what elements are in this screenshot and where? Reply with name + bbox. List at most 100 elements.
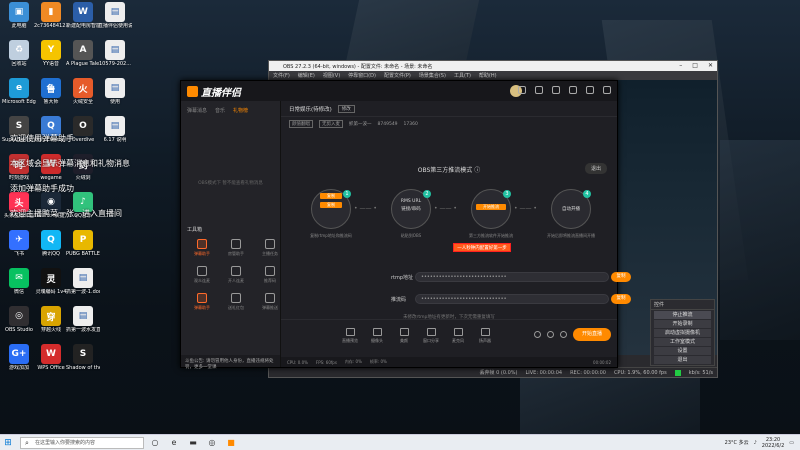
settings-icon[interactable]: [552, 86, 560, 94]
desktop-icon[interactable]: ▤ 10579-202...: [98, 40, 132, 67]
desktop-icon[interactable]: G+ 游戏加加: [2, 344, 36, 371]
live-companion-window[interactable]: 直播伴侣 弹幕消息 音乐 礼物榜 OBS模式下 暂不能查看礼物消息 工具箱 弹幕助手…: [180, 80, 631, 370]
camera-switch-icon[interactable]: [534, 331, 541, 338]
volume-icon[interactable]: ♪: [754, 440, 757, 446]
tool-item[interactable]: 观众连麦: [187, 266, 217, 284]
obs-dock-button[interactable]: 停止推流: [654, 311, 711, 319]
start-live-button[interactable]: 开始直播: [573, 328, 611, 341]
task-view-icon[interactable]: ○: [147, 437, 163, 449]
bottom-tool[interactable]: 摄像头: [368, 328, 386, 344]
minimize-icon[interactable]: [569, 86, 577, 94]
desktop-icon[interactable]: 鲁鲁大师: [34, 78, 68, 105]
bottom-tool[interactable]: 窗口分享: [422, 328, 440, 344]
obs-dock-button[interactable]: 工作室模式: [654, 338, 711, 346]
gift-icon[interactable]: [518, 86, 526, 94]
bottom-tool[interactable]: 美颜: [395, 328, 413, 344]
app-icon: e: [9, 78, 29, 98]
desktop-icon[interactable]: PPUBG BATTLEGR...: [66, 230, 100, 257]
clock[interactable]: 23:20 2022/6/2: [762, 437, 784, 449]
rtmp-field[interactable]: •••••••••••••••••••••••••••••: [415, 272, 609, 282]
room-tag[interactable]: 颜值翻唱: [289, 120, 313, 128]
live-app-icon[interactable]: ■: [223, 437, 239, 449]
desktop-icon-label: 穿越火线: [40, 327, 61, 333]
minimize-icon[interactable]: –: [679, 62, 682, 69]
left-tab[interactable]: 音乐: [215, 107, 225, 114]
desktop-icon[interactable]: ▤抓第一波-1.docx: [66, 268, 100, 295]
obs-menu-item[interactable]: 视图(V): [323, 72, 340, 79]
step-copy-button[interactable]: 复制: [320, 202, 342, 208]
weather[interactable]: 23°C 多云: [725, 439, 749, 446]
obs-menu-item[interactable]: 文件(F): [273, 72, 290, 79]
obs-menu-item[interactable]: 停靠窗口(D): [348, 72, 376, 79]
desktop-icon[interactable]: ▮ 2c73648412...: [34, 2, 68, 29]
exit-button[interactable]: 退出: [584, 163, 607, 174]
bottom-tool[interactable]: 直播预览: [341, 328, 359, 344]
gear-icon[interactable]: [560, 331, 567, 338]
app-header[interactable]: 直播伴侣: [181, 81, 617, 101]
obs-menu-item[interactable]: 配置文件(P): [384, 72, 411, 79]
tool-item[interactable]: 弹幕助手: [187, 293, 217, 311]
desktop-icon[interactable]: 火火绒安全: [66, 78, 100, 105]
obs-icon[interactable]: ◎: [204, 437, 220, 449]
taskbar-search[interactable]: 在这里输入你要搜索的内容: [20, 436, 144, 449]
step-copy-button[interactable]: 复制: [320, 193, 342, 199]
desktop-icon[interactable]: 穿穿越火线: [34, 306, 68, 333]
eye-icon[interactable]: [547, 331, 554, 338]
copy-key-button[interactable]: 复制: [611, 294, 631, 304]
desktop-icon[interactable]: ▤ 6.17 说明: [98, 116, 132, 143]
desktop-icon[interactable]: ▤抓第一波水发直播伴侣教...: [66, 306, 100, 333]
copy-rtmp-button[interactable]: 复制: [611, 272, 631, 282]
room-edit-button[interactable]: 修改: [337, 104, 355, 113]
desktop-icon[interactable]: ◎ OBS Studio: [2, 306, 36, 333]
room-tag[interactable]: 无剪入麦: [319, 120, 343, 128]
desktop-icon[interactable]: ♻ 回收站: [2, 40, 36, 67]
close-icon[interactable]: ✕: [708, 62, 713, 69]
shield-icon[interactable]: [535, 86, 543, 94]
obs-dock-button[interactable]: 开始录制: [654, 320, 711, 328]
obs-menu-item[interactable]: 编辑(E): [298, 72, 315, 79]
tool-item[interactable]: 房管助手: [221, 239, 251, 257]
tool-icon: [265, 266, 275, 276]
obs-menu-item[interactable]: 工具(T): [454, 72, 471, 79]
obs-dock-button[interactable]: 退出: [654, 356, 711, 364]
desktop-icon[interactable]: ✈ 飞书: [2, 230, 36, 257]
desktop-icon[interactable]: ▤直播伴侣使用说明: [98, 2, 132, 29]
desktop-icon[interactable]: e Microsoft Edge: [2, 78, 36, 105]
left-tab[interactable]: 礼物榜: [233, 107, 248, 114]
desktop-icon[interactable]: ▣ 此电脑: [2, 2, 36, 29]
maximize-icon[interactable]: □: [692, 62, 698, 69]
obs-menu-item[interactable]: 场景集合(S): [419, 72, 446, 79]
step-start-button[interactable]: 开始推流: [476, 204, 506, 210]
desktop-icon[interactable]: ✉ 微信: [2, 268, 36, 295]
obs-dock-button[interactable]: 设置: [654, 347, 711, 355]
desktop-icon[interactable]: W新建配电房智能动态感...: [66, 2, 100, 29]
room-stat: 17360: [403, 121, 418, 127]
folder-icon[interactable]: ▬: [185, 437, 201, 449]
maximize-icon[interactable]: [586, 86, 594, 94]
obs-menu-item[interactable]: 帮助(H): [479, 72, 497, 79]
desktop-icon[interactable]: ▤ 使用: [98, 78, 132, 105]
desktop-icon[interactable]: AA Plague Tale Inn...: [66, 40, 100, 67]
obs-titlebar[interactable]: OBS 27.2.3 (64-bit, windows) - 配置文件: 未命名…: [269, 61, 717, 71]
desktop-icon[interactable]: W WPS Office: [34, 344, 68, 371]
stream-key-field[interactable]: •••••••••••••••••••••••••••••: [415, 294, 609, 304]
desktop-icon-label: 使用: [109, 99, 120, 105]
windows-start-icon[interactable]: ⊞: [0, 438, 16, 448]
quick-setup-button[interactable]: 一人秒钟内配置好第一步: [453, 243, 511, 252]
desktop-icon[interactable]: Y YY语音: [34, 40, 68, 67]
tool-item[interactable]: 送礼红包: [221, 293, 251, 311]
share-icon[interactable]: [603, 86, 611, 94]
tool-item[interactable]: 开人连麦: [221, 266, 251, 284]
left-tab[interactable]: 弹幕消息: [187, 107, 207, 114]
bottom-tool[interactable]: 麦克风: [449, 328, 467, 344]
bottom-tool[interactable]: 扬声器: [476, 328, 494, 344]
obs-dock-button[interactable]: 启动虚拟摄像机: [654, 329, 711, 337]
desktop-icon[interactable]: 灵灵魂编码 1v4: [34, 268, 68, 295]
step-text: RMS URL: [400, 199, 422, 204]
desktop-icon[interactable]: SShadow of the Tom...: [66, 344, 100, 371]
edge-icon[interactable]: e: [166, 437, 182, 449]
desktop-icon[interactable]: Q 腾讯QQ: [34, 230, 68, 257]
tool-item[interactable]: 弹幕助手: [187, 239, 217, 257]
app-icon: ◎: [9, 306, 29, 326]
notification-icon[interactable]: ▭: [789, 440, 794, 446]
